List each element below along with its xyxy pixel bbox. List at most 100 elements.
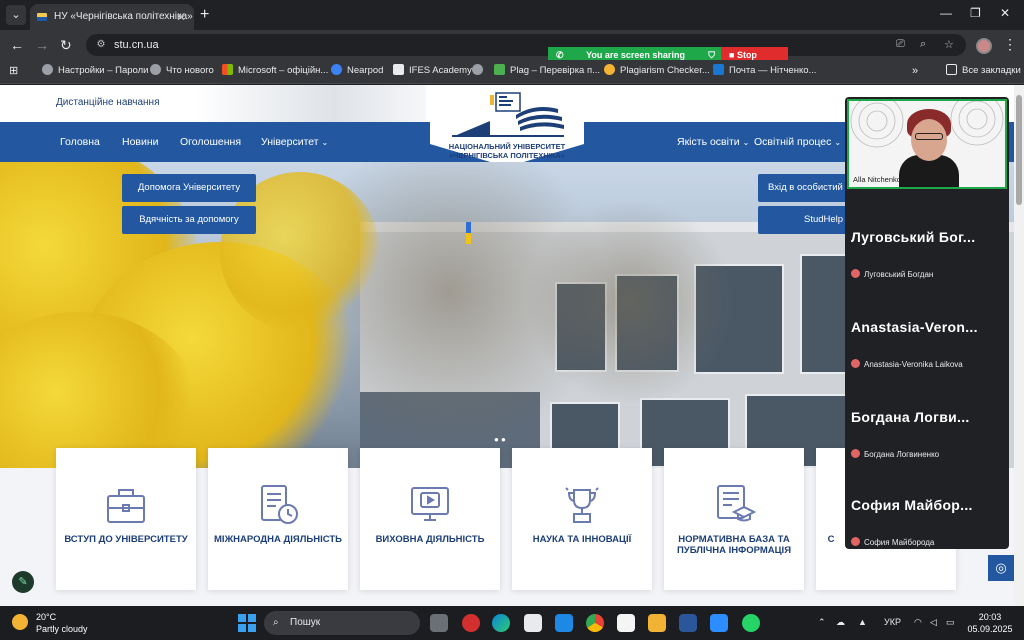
participant-name: Богдана Логвиненко	[864, 450, 940, 459]
toolbar: ← → ↻ ⚙ stu.cn.ua ⎚ ⌕ ☆ ⋮	[0, 30, 1024, 60]
language-indicator[interactable]: УКР	[884, 617, 901, 627]
card-label: С	[827, 534, 835, 545]
briefcase-icon	[107, 489, 145, 523]
nav-quality[interactable]: Якість освіти ⌄	[677, 136, 749, 148]
cast-icon[interactable]: ⎚	[896, 38, 905, 51]
nav-home[interactable]: Головна	[60, 136, 100, 148]
bookmark-item[interactable]: Plag – Перевірка п...	[494, 60, 600, 82]
url-text[interactable]: stu.cn.ua	[114, 34, 159, 56]
more-bookmarks-icon[interactable]: »	[912, 60, 918, 82]
temperature: 20°C	[36, 612, 57, 622]
wifi-icon[interactable]: ◠	[914, 617, 922, 628]
nav-education-process[interactable]: Освітній процес ⌄	[754, 136, 841, 148]
bookmark-label: Nearpod	[347, 65, 384, 76]
tab-active[interactable]: НУ «Чернігівська політехніка» ✕	[30, 4, 194, 30]
word-icon[interactable]	[679, 614, 697, 632]
site-info-icon[interactable]: ⚙	[94, 38, 108, 52]
kebab-menu-icon[interactable]: ⋮	[1003, 36, 1017, 53]
minimize-icon[interactable]: —	[940, 6, 952, 20]
tab-strip: ⌄ НУ «Чернігівська політехніка» ✕ + — ❐ …	[0, 0, 1024, 30]
file-explorer-icon[interactable]	[648, 614, 666, 632]
logo-text: НАЦІОНАЛЬНИЙ УНІВЕРСИТЕТ «ЧЕРНІГІВСЬКА П…	[440, 142, 574, 160]
search-placeholder: Пошук	[290, 617, 321, 628]
participant-tile[interactable]: Богдана Логви... Богдана Логвиненко	[845, 389, 1009, 477]
card-international[interactable]: МІЖНАРОДНА ДІЯЛЬНІСТЬ	[208, 448, 348, 590]
bookmark-item[interactable]: Почта — Нітченко...	[713, 60, 816, 82]
bookmark-item[interactable]: Nearpod	[331, 60, 383, 82]
nav-university[interactable]: Університет ⌄	[261, 136, 328, 148]
card-education[interactable]: ВИХОВНА ДІЯЛЬНІСТЬ	[360, 448, 500, 590]
participant-tile[interactable]: Anastasia-Veron... Anastasia-Veronika La…	[845, 299, 1009, 387]
bookmark-item[interactable]: Настройки – Пароли	[42, 60, 148, 82]
help-university-button[interactable]: Допомога Університету	[122, 174, 256, 202]
self-name: Alla Nitchenko	[853, 175, 901, 184]
studhelp-button[interactable]: StudHelp	[758, 206, 858, 234]
participant-display-name: София Майбор...	[851, 497, 973, 513]
close-icon[interactable]: ✕	[176, 4, 186, 30]
tray-app-icon[interactable]: ☁	[836, 617, 845, 628]
gratitude-button[interactable]: Вдячність за допомогу	[122, 206, 256, 234]
bookmark-item[interactable]: IFES Academy	[393, 60, 472, 82]
card-admission[interactable]: ВСТУП ДО УНІВЕРСИТЕТУ	[56, 448, 196, 590]
tray-app-icon[interactable]: ▲	[858, 617, 867, 627]
weather-icon[interactable]	[12, 614, 28, 630]
back-arrow-icon[interactable]: ←	[10, 36, 24, 54]
mic-off-icon	[851, 537, 860, 546]
zoom-icon[interactable]: ⌕	[920, 38, 926, 51]
opera-icon[interactable]	[462, 614, 480, 632]
participant-tile[interactable]: Луговський Бог... Луговський Богдан	[845, 209, 1009, 297]
page-scrollbar[interactable]	[1014, 85, 1024, 606]
restore-icon[interactable]: ❐	[970, 6, 981, 20]
new-tab-button[interactable]: +	[200, 5, 209, 25]
participant-tile[interactable]: София Майбор... София Майборода	[845, 477, 1009, 549]
profile-avatar[interactable]	[976, 38, 992, 54]
monitor-play-icon	[411, 487, 449, 521]
nav-news[interactable]: Новини	[122, 136, 159, 148]
clock[interactable]: 20:03 05.09.2025	[966, 611, 1014, 635]
battery-icon[interactable]: ▭	[946, 617, 955, 628]
chevron-down-icon: ⌄	[742, 138, 750, 147]
slider-dots[interactable]: ● ●	[494, 435, 506, 444]
whatsapp-icon[interactable]	[742, 614, 760, 632]
mic-off-icon	[851, 449, 860, 458]
card-regulatory[interactable]: НОРМАТИВНА БАЗА ТА ПУБЛІЧНА ІНФОРМАЦІЯ	[664, 448, 804, 590]
chrome-icon[interactable]	[586, 614, 604, 632]
tray-chevron-icon[interactable]: ⌃	[818, 617, 826, 628]
notepad-icon[interactable]	[617, 614, 635, 632]
bookmark-item[interactable]	[472, 60, 488, 82]
weather-widget[interactable]: 20°C Partly cloudy	[36, 611, 88, 635]
microsoft-icon	[222, 64, 233, 75]
instagram-icon[interactable]: ◎	[988, 555, 1014, 581]
bookmark-label: Что нового	[166, 65, 214, 76]
reload-icon[interactable]: ↻	[60, 36, 72, 54]
apps-grid-icon[interactable]: ⊞	[9, 60, 18, 82]
store-icon[interactable]	[524, 614, 542, 632]
scrollbar-thumb[interactable]	[1016, 95, 1022, 205]
personal-cabinet-button[interactable]: Вхід в особистий	[758, 174, 858, 202]
task-view-icon[interactable]	[430, 614, 448, 632]
nav-announcements[interactable]: Оголошення	[180, 136, 241, 148]
taskbar-search[interactable]: ⌕ Пошук	[264, 611, 420, 635]
bookmark-star-icon[interactable]: ☆	[944, 38, 954, 51]
bookmark-label: IFES Academy	[409, 65, 472, 76]
volume-icon[interactable]: ◁	[930, 617, 937, 628]
zoom-app-icon[interactable]	[710, 614, 728, 632]
edge-icon[interactable]	[492, 614, 510, 632]
self-video-tile[interactable]: Alla Nitchenko	[847, 99, 1007, 189]
start-button[interactable]	[238, 614, 256, 632]
bookmark-item[interactable]: Microsoft – офіційн...	[222, 60, 328, 82]
bookmark-item[interactable]: Что нового	[150, 60, 214, 82]
mail-icon	[713, 64, 724, 75]
app-icon[interactable]	[555, 614, 573, 632]
all-bookmarks[interactable]: Все закладки	[946, 60, 1021, 82]
forward-arrow-icon[interactable]: →	[35, 36, 49, 54]
distance-learning-link[interactable]: Дистанційне навчання	[56, 97, 160, 108]
nav-university-label: Університет	[261, 136, 319, 148]
close-window-icon[interactable]: ✕	[1000, 6, 1010, 20]
folder-icon	[946, 64, 957, 75]
bookmark-item[interactable]: Plagiarism Checker...	[604, 60, 710, 82]
tab-search-button[interactable]: ⌄	[6, 5, 26, 25]
edit-icon[interactable]: ✎	[12, 571, 34, 593]
card-science[interactable]: НАУКА ТА ІННОВАЦІЇ	[512, 448, 652, 590]
address-bar[interactable]: ⚙ stu.cn.ua ⎚ ⌕ ☆	[86, 34, 966, 56]
